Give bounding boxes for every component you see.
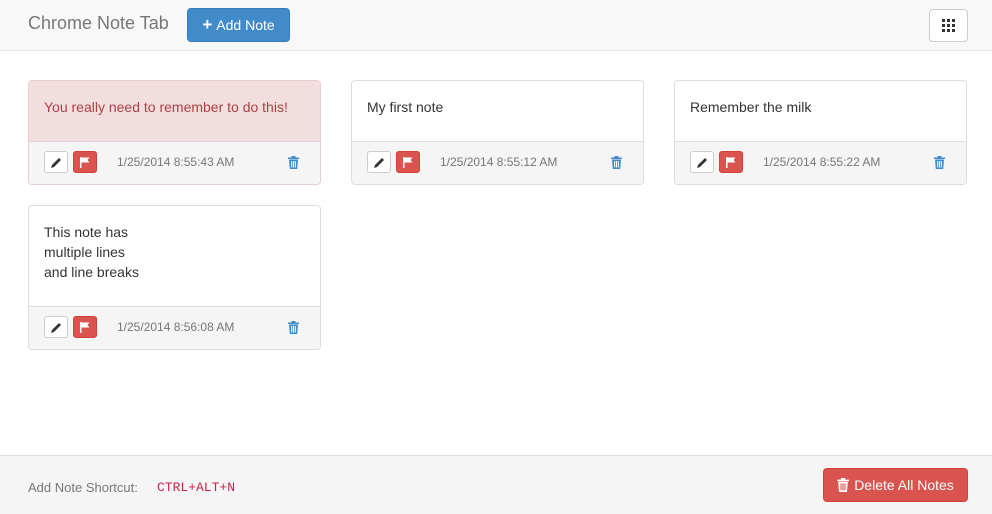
flag-note-button[interactable] — [396, 151, 420, 173]
trash-icon — [287, 155, 299, 169]
note-card: Remember the milk 1/25/2014 8:55:22 AM — [674, 80, 967, 185]
trash-icon — [837, 478, 850, 492]
note-body[interactable]: Remember the milk — [675, 81, 966, 143]
note-timestamp: 1/25/2014 8:55:12 AM — [440, 155, 558, 169]
add-note-button[interactable]: + Add Note — [187, 8, 290, 42]
note-line: This note has — [44, 224, 129, 240]
edit-note-button[interactable] — [44, 151, 68, 173]
trash-icon — [933, 155, 945, 169]
flag-note-button[interactable] — [73, 316, 97, 338]
page-footer: Add Note Shortcut: CTRL+ALT+N Delete All… — [0, 455, 992, 514]
edit-note-button[interactable] — [44, 316, 68, 338]
note-footer: 1/25/2014 8:55:43 AM — [29, 141, 320, 184]
note-footer: 1/25/2014 8:56:08 AM — [29, 306, 320, 349]
pencil-icon — [50, 322, 61, 333]
delete-all-label: Delete All Notes — [854, 477, 954, 493]
delete-note-button[interactable] — [609, 154, 623, 170]
note-card: This note has multiple lines and line br… — [28, 205, 321, 350]
note-timestamp: 1/25/2014 8:55:22 AM — [763, 155, 881, 169]
th-icon — [942, 19, 955, 32]
edit-note-button[interactable] — [690, 151, 714, 173]
note-body[interactable]: My first note — [352, 81, 643, 143]
edit-note-button[interactable] — [367, 151, 391, 173]
delete-note-button[interactable] — [286, 319, 300, 335]
pencil-icon — [50, 157, 61, 168]
plus-icon: + — [202, 15, 213, 34]
trash-icon — [610, 155, 622, 169]
grid-view-button[interactable] — [929, 9, 968, 42]
flag-note-button[interactable] — [719, 151, 743, 173]
note-card: You really need to remember to do this! … — [28, 80, 321, 185]
pencil-icon — [696, 157, 707, 168]
note-line: You really need to remember to do this! — [44, 99, 288, 115]
add-note-label: Add Note — [216, 17, 275, 33]
flag-icon — [80, 321, 90, 333]
app-title: Chrome Note Tab — [28, 13, 169, 33]
shortcut-keys: CTRL+ALT+N — [157, 480, 236, 495]
pencil-icon — [373, 157, 384, 168]
flag-icon — [403, 156, 413, 168]
note-card: My first note 1/25/2014 8:55:12 AM — [351, 80, 644, 185]
navbar: Chrome Note Tab + Add Note — [0, 0, 992, 51]
note-footer: 1/25/2014 8:55:12 AM — [352, 141, 643, 184]
note-line: and line breaks — [44, 264, 139, 280]
flag-note-button[interactable] — [73, 151, 97, 173]
note-timestamp: 1/25/2014 8:56:08 AM — [117, 320, 235, 334]
note-timestamp: 1/25/2014 8:55:43 AM — [117, 155, 235, 169]
note-line: multiple lines — [44, 244, 125, 260]
delete-all-notes-button[interactable]: Delete All Notes — [823, 468, 968, 502]
note-line: My first note — [367, 99, 444, 115]
delete-note-button[interactable] — [286, 154, 300, 170]
delete-note-button[interactable] — [932, 154, 946, 170]
shortcut-label: Add Note Shortcut: — [28, 480, 138, 495]
note-line: Remember the milk — [690, 99, 812, 115]
note-footer: 1/25/2014 8:55:22 AM — [675, 141, 966, 184]
note-body[interactable]: This note has multiple lines and line br… — [29, 206, 320, 307]
flag-icon — [726, 156, 736, 168]
flag-icon — [80, 156, 90, 168]
trash-icon — [287, 320, 299, 334]
note-body[interactable]: You really need to remember to do this! — [29, 81, 320, 143]
